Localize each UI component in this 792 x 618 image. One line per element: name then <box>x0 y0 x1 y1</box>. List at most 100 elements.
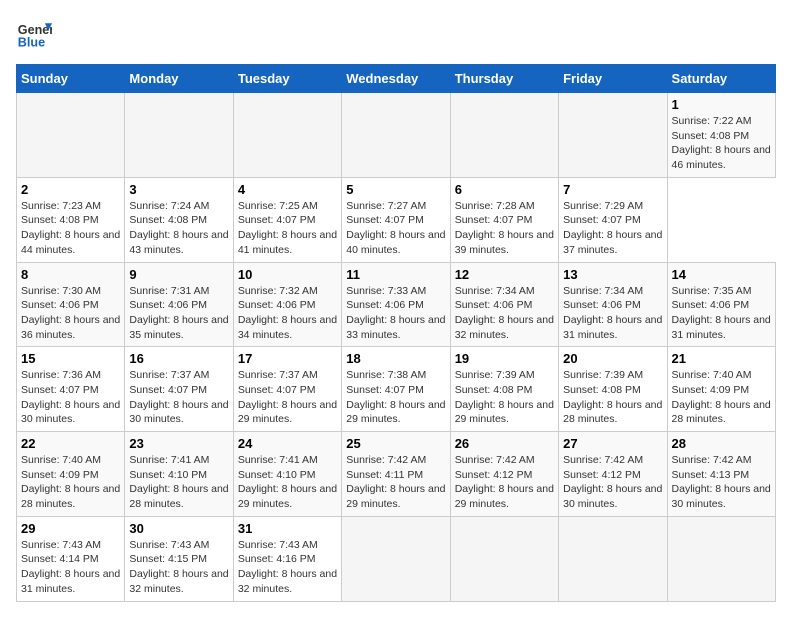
calendar-cell: 23 Sunrise: 7:41 AMSunset: 4:10 PMDayligh… <box>125 432 233 517</box>
day-info: Sunrise: 7:28 AMSunset: 4:07 PMDaylight:… <box>455 199 554 258</box>
day-number: 2 <box>21 182 120 197</box>
day-header-thursday: Thursday <box>450 65 558 93</box>
day-info: Sunrise: 7:27 AMSunset: 4:07 PMDaylight:… <box>346 199 445 258</box>
calendar-cell <box>17 93 125 178</box>
calendar-cell: 25 Sunrise: 7:42 AMSunset: 4:11 PMDayligh… <box>342 432 450 517</box>
day-number: 10 <box>238 267 337 282</box>
calendar-week-1: 1 Sunrise: 7:22 AMSunset: 4:08 PMDaylight… <box>17 93 776 178</box>
calendar-cell: 14 Sunrise: 7:35 AMSunset: 4:06 PMDayligh… <box>667 262 775 347</box>
calendar-cell: 8 Sunrise: 7:30 AMSunset: 4:06 PMDaylight… <box>17 262 125 347</box>
day-info: Sunrise: 7:43 AMSunset: 4:15 PMDaylight:… <box>129 538 228 597</box>
day-info: Sunrise: 7:33 AMSunset: 4:06 PMDaylight:… <box>346 284 445 343</box>
day-info: Sunrise: 7:42 AMSunset: 4:12 PMDaylight:… <box>455 453 554 512</box>
calendar-cell <box>450 93 558 178</box>
day-header-wednesday: Wednesday <box>342 65 450 93</box>
day-number: 20 <box>563 351 662 366</box>
calendar-cell: 19 Sunrise: 7:39 AMSunset: 4:08 PMDayligh… <box>450 347 558 432</box>
day-info: Sunrise: 7:40 AMSunset: 4:09 PMDaylight:… <box>672 368 771 427</box>
calendar-table: SundayMondayTuesdayWednesdayThursdayFrid… <box>16 64 776 602</box>
calendar-cell: 16Sunrise: 7:37 AMSunset: 4:07 PMDayligh… <box>125 347 233 432</box>
day-number: 26 <box>455 436 554 451</box>
day-number: 1 <box>672 97 771 112</box>
day-number: 29 <box>21 521 120 536</box>
day-number: 28 <box>672 436 771 451</box>
calendar-week-4: 15Sunrise: 7:36 AMSunset: 4:07 PMDayligh… <box>17 347 776 432</box>
day-header-sunday: Sunday <box>17 65 125 93</box>
day-header-tuesday: Tuesday <box>233 65 341 93</box>
day-number: 4 <box>238 182 337 197</box>
day-number: 11 <box>346 267 445 282</box>
calendar-cell: 29Sunrise: 7:43 AMSunset: 4:14 PMDayligh… <box>17 516 125 601</box>
svg-text:Blue: Blue <box>18 36 45 50</box>
day-info: Sunrise: 7:40 AMSunset: 4:09 PMDaylight:… <box>21 453 120 512</box>
day-number: 8 <box>21 267 120 282</box>
day-info: Sunrise: 7:34 AMSunset: 4:06 PMDaylight:… <box>455 284 554 343</box>
day-number: 23 <box>129 436 228 451</box>
calendar-cell: 26 Sunrise: 7:42 AMSunset: 4:12 PMDayligh… <box>450 432 558 517</box>
calendar-cell: 1 Sunrise: 7:22 AMSunset: 4:08 PMDaylight… <box>667 93 775 178</box>
calendar-cell: 17Sunrise: 7:37 AMSunset: 4:07 PMDayligh… <box>233 347 341 432</box>
calendar-cell: 21 Sunrise: 7:40 AMSunset: 4:09 PMDayligh… <box>667 347 775 432</box>
calendar-week-2: 2 Sunrise: 7:23 AMSunset: 4:08 PMDaylight… <box>17 177 776 262</box>
day-info: Sunrise: 7:30 AMSunset: 4:06 PMDaylight:… <box>21 284 120 343</box>
day-info: Sunrise: 7:29 AMSunset: 4:07 PMDaylight:… <box>563 199 662 258</box>
calendar-cell: 15Sunrise: 7:36 AMSunset: 4:07 PMDayligh… <box>17 347 125 432</box>
calendar-cell: 2 Sunrise: 7:23 AMSunset: 4:08 PMDaylight… <box>17 177 125 262</box>
day-info: Sunrise: 7:35 AMSunset: 4:06 PMDaylight:… <box>672 284 771 343</box>
day-number: 3 <box>129 182 228 197</box>
day-number: 31 <box>238 521 337 536</box>
calendar-cell <box>450 516 558 601</box>
calendar-cell: 20 Sunrise: 7:39 AMSunset: 4:08 PMDayligh… <box>559 347 667 432</box>
calendar-cell: 5 Sunrise: 7:27 AMSunset: 4:07 PMDaylight… <box>342 177 450 262</box>
day-info: Sunrise: 7:24 AMSunset: 4:08 PMDaylight:… <box>129 199 228 258</box>
calendar-cell: 22Sunrise: 7:40 AMSunset: 4:09 PMDayligh… <box>17 432 125 517</box>
header-row: SundayMondayTuesdayWednesdayThursdayFrid… <box>17 65 776 93</box>
calendar-cell: 7 Sunrise: 7:29 AMSunset: 4:07 PMDaylight… <box>559 177 667 262</box>
calendar-cell: 12 Sunrise: 7:34 AMSunset: 4:06 PMDayligh… <box>450 262 558 347</box>
calendar-cell: 9Sunrise: 7:31 AMSunset: 4:06 PMDaylight… <box>125 262 233 347</box>
day-number: 19 <box>455 351 554 366</box>
day-number: 7 <box>563 182 662 197</box>
day-number: 12 <box>455 267 554 282</box>
day-number: 24 <box>238 436 337 451</box>
day-info: Sunrise: 7:32 AMSunset: 4:06 PMDaylight:… <box>238 284 337 343</box>
calendar-cell: 27 Sunrise: 7:42 AMSunset: 4:12 PMDayligh… <box>559 432 667 517</box>
logo-icon: General Blue <box>16 16 52 52</box>
day-info: Sunrise: 7:23 AMSunset: 4:08 PMDaylight:… <box>21 199 120 258</box>
calendar-cell: 30 Sunrise: 7:43 AMSunset: 4:15 PMDayligh… <box>125 516 233 601</box>
day-header-saturday: Saturday <box>667 65 775 93</box>
calendar-cell <box>342 516 450 601</box>
calendar-cell: 10 Sunrise: 7:32 AMSunset: 4:06 PMDayligh… <box>233 262 341 347</box>
day-info: Sunrise: 7:22 AMSunset: 4:08 PMDaylight:… <box>672 114 771 173</box>
page-header: General Blue <box>16 16 776 52</box>
day-number: 5 <box>346 182 445 197</box>
calendar-week-3: 8 Sunrise: 7:30 AMSunset: 4:06 PMDaylight… <box>17 262 776 347</box>
calendar-cell <box>125 93 233 178</box>
calendar-cell <box>233 93 341 178</box>
calendar-cell: 6 Sunrise: 7:28 AMSunset: 4:07 PMDaylight… <box>450 177 558 262</box>
calendar-cell: 18Sunrise: 7:38 AMSunset: 4:07 PMDayligh… <box>342 347 450 432</box>
calendar-cell: 4Sunrise: 7:25 AMSunset: 4:07 PMDaylight… <box>233 177 341 262</box>
day-info: Sunrise: 7:36 AMSunset: 4:07 PMDaylight:… <box>21 368 120 427</box>
day-info: Sunrise: 7:41 AMSunset: 4:10 PMDaylight:… <box>129 453 228 512</box>
day-info: Sunrise: 7:42 AMSunset: 4:11 PMDaylight:… <box>346 453 445 512</box>
day-number: 9 <box>129 267 228 282</box>
logo: General Blue <box>16 16 52 52</box>
calendar-cell <box>559 93 667 178</box>
day-info: Sunrise: 7:39 AMSunset: 4:08 PMDaylight:… <box>455 368 554 427</box>
day-number: 16 <box>129 351 228 366</box>
day-header-monday: Monday <box>125 65 233 93</box>
day-info: Sunrise: 7:38 AMSunset: 4:07 PMDaylight:… <box>346 368 445 427</box>
day-number: 6 <box>455 182 554 197</box>
day-info: Sunrise: 7:34 AMSunset: 4:06 PMDaylight:… <box>563 284 662 343</box>
day-number: 25 <box>346 436 445 451</box>
calendar-cell: 11 Sunrise: 7:33 AMSunset: 4:06 PMDayligh… <box>342 262 450 347</box>
day-number: 27 <box>563 436 662 451</box>
day-number: 21 <box>672 351 771 366</box>
day-info: Sunrise: 7:41 AMSunset: 4:10 PMDaylight:… <box>238 453 337 512</box>
day-number: 14 <box>672 267 771 282</box>
day-info: Sunrise: 7:42 AMSunset: 4:12 PMDaylight:… <box>563 453 662 512</box>
day-number: 30 <box>129 521 228 536</box>
day-info: Sunrise: 7:39 AMSunset: 4:08 PMDaylight:… <box>563 368 662 427</box>
calendar-cell: 24 Sunrise: 7:41 AMSunset: 4:10 PMDayligh… <box>233 432 341 517</box>
